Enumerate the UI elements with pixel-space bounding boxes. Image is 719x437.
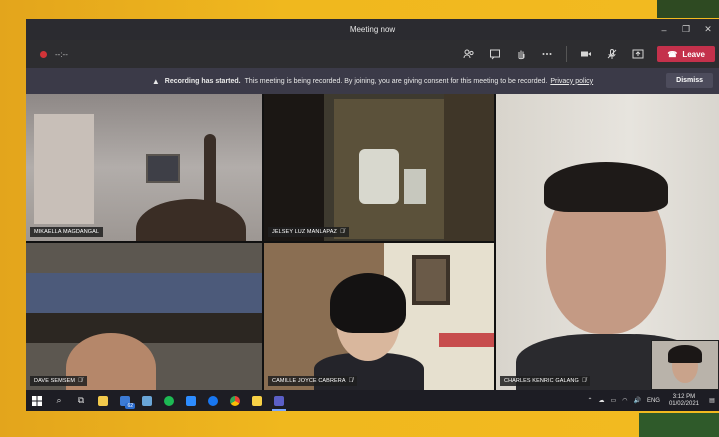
minimize-button[interactable]: – [653,19,675,40]
toolbar-divider [566,46,568,62]
close-button[interactable]: ✕ [697,19,719,40]
messenger-icon [208,395,218,406]
windows-taskbar: ⌕ ⧉ 62 ⌃ ☁ ▭ ◠ 🔊 ENG 3:12 PM 01/02/2021 … [26,390,719,411]
more-button[interactable] [536,43,558,65]
camera-icon [581,51,592,57]
participant-name-tag: JELSEY LUZ MANLAPAZ 🎙̸ [268,227,349,237]
video-tile[interactable]: CAMILLE JOYCE CABRERA 🎙̸ [264,243,494,390]
taskbar-spotify[interactable] [158,390,180,411]
clock-date: 01/02/2021 [668,400,699,407]
maximize-button[interactable]: ❐ [675,19,697,40]
zoom-icon [186,395,196,406]
participant-name: CHARLES KENRIC GALANG [504,378,579,384]
taskbar-teams[interactable] [268,390,290,411]
window-title: Meeting now [349,25,396,34]
participant-name-tag: CHARLES KENRIC GALANG 🎙̸ [500,376,591,386]
participants-icon [463,49,474,59]
sticky-notes-icon [252,395,262,406]
self-view-video[interactable] [651,340,719,390]
participants-button[interactable] [458,43,480,65]
taskbar-messenger[interactable] [202,390,224,411]
taskbar-zoom[interactable] [180,390,202,411]
share-button[interactable] [627,43,649,65]
leave-label: Leave [682,49,705,59]
recording-banner: ▲ Recording has started. This meeting is… [26,68,719,94]
window-controls: – ❐ ✕ [653,19,719,40]
mic-off-icon: 🎙̸ [581,378,587,384]
background-corner-bottom [639,413,719,437]
taskbar-chrome[interactable] [224,390,246,411]
share-icon [632,49,644,59]
video-grid: MIKAELLA MAGDANGAL JELSEY LUZ MANLAPAZ 🎙… [26,94,719,390]
battery-icon[interactable]: ▭ [611,397,617,404]
leave-button[interactable]: ☎ Leave [657,46,715,62]
mic-off-icon: 🎙̸ [339,229,345,235]
video-tile[interactable]: DAVE SEMSEM 🎙̸ [26,243,262,390]
language-indicator[interactable]: ENG [647,398,660,404]
search-icon: ⌕ [56,395,62,405]
folder-icon [98,395,108,406]
banner-bold-text: Recording has started. [164,77,241,85]
windows-icon [32,395,42,406]
chat-button[interactable] [484,43,506,65]
mic-off-icon: 🎙̸ [78,378,83,384]
taskbar-app[interactable] [136,390,158,411]
participant-name: JELSEY LUZ MANLAPAZ [272,229,337,235]
notification-icon: ▤ [709,398,715,404]
app-icon [142,395,152,406]
mic-off-icon [607,49,617,59]
task-view-icon: ⧉ [77,395,85,405]
taskbar-app[interactable]: 62 [114,390,136,411]
participant-name-tag: MIKAELLA MAGDANGAL [30,227,104,237]
task-view-button[interactable]: ⧉ [70,390,92,411]
chat-icon [490,49,501,60]
notification-badge: 62 [125,403,135,409]
taskbar-file-explorer[interactable] [92,390,114,411]
volume-icon[interactable]: 🔊 [633,397,640,404]
participant-name-tag: CAMILLE JOYCE CABRERA 🎙̸ [268,376,358,386]
chevron-up-icon[interactable]: ⌃ [588,397,593,404]
background-corner [657,0,719,18]
participant-name-tag: DAVE SEMSEM 🎙̸ [30,376,87,386]
system-tray: ⌃ ☁ ▭ ◠ 🔊 ENG 3:12 PM 01/02/2021 ▤ [585,390,719,411]
notification-center-button[interactable]: ▤ [705,390,719,411]
mic-button[interactable] [601,43,623,65]
participant-name: DAVE SEMSEM [34,378,76,384]
warning-icon: ▲ [151,76,160,86]
meeting-controls: ☎ Leave [456,40,715,68]
video-tile[interactable]: JELSEY LUZ MANLAPAZ 🎙̸ [264,94,494,241]
search-button[interactable]: ⌕ [48,390,70,411]
start-button[interactable] [26,390,48,411]
video-tile[interactable]: MIKAELLA MAGDANGAL [26,94,262,241]
meeting-toolbar: --:-- ☎ Leave [26,40,719,68]
dismiss-button[interactable]: Dismiss [666,73,713,88]
chrome-icon [230,395,240,406]
teams-window: Meeting now – ❐ ✕ --:-- ☎ Leave ▲ Record… [26,19,719,411]
teams-icon [274,395,284,406]
privacy-policy-link[interactable]: Privacy policy [550,78,593,85]
more-icon [542,53,552,55]
participant-name: MIKAELLA MAGDANGAL [34,229,100,235]
clock[interactable]: 3:12 PM 01/02/2021 [669,394,699,408]
raise-hand-button[interactable] [510,43,532,65]
raise-hand-icon [518,50,525,60]
banner-message: This meeting is being recorded. By joini… [244,77,548,85]
camera-button[interactable] [575,43,597,65]
taskbar-sticky-notes[interactable] [246,390,268,411]
spotify-icon [164,395,174,406]
title-bar: Meeting now – ❐ ✕ [26,19,719,40]
meeting-timer: --:-- [55,49,68,59]
phone-hangup-icon: ☎ [667,49,678,59]
clock-time: 3:12 PM [672,393,696,400]
video-tile[interactable]: CHARLES KENRIC GALANG 🎙̸ [496,94,719,390]
wifi-icon[interactable]: ◠ [622,397,627,404]
cloud-icon[interactable]: ☁ [599,397,605,404]
participant-name: CAMILLE JOYCE CABRERA [272,378,346,384]
recording-icon [40,50,47,58]
mic-off-icon: 🎙̸ [348,378,354,384]
